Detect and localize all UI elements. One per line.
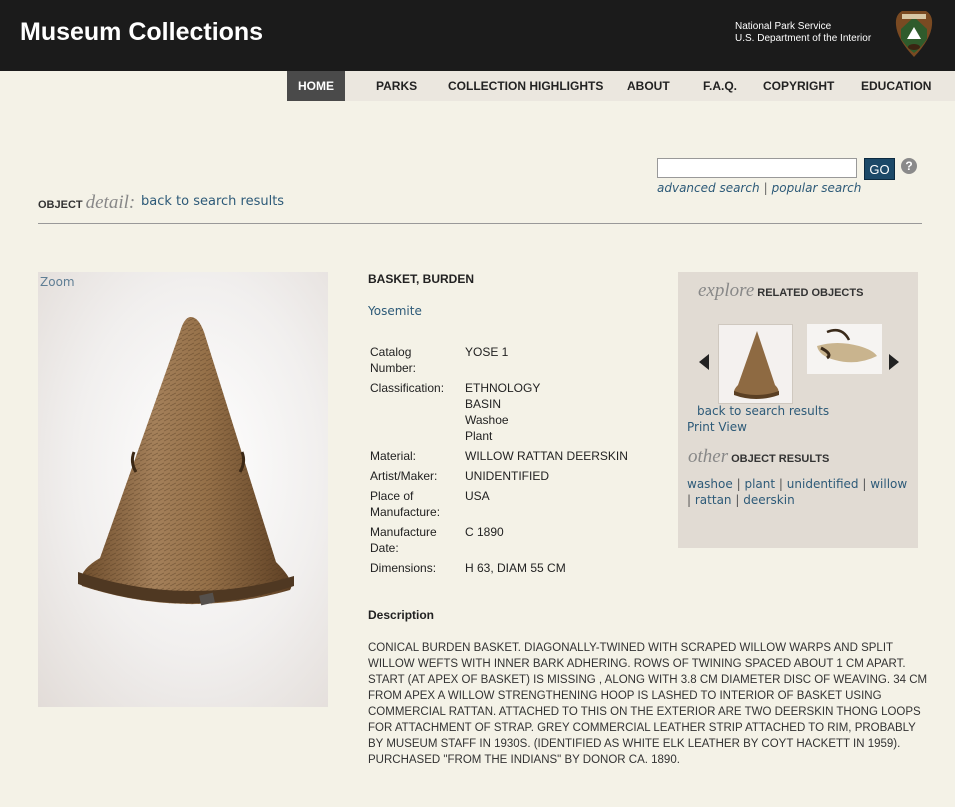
description-text: CONICAL BURDEN BASKET. DIAGONALLY-TWINED…	[368, 642, 928, 766]
carousel-next-icon[interactable]	[889, 354, 899, 370]
nav-collection-highlights[interactable]: COLLECTION HIGHLIGHTS	[448, 71, 627, 101]
classification-value: ETHNOLOGY	[465, 381, 541, 395]
field-label: Artist/Maker:	[370, 469, 438, 483]
tag-link[interactable]: deerskin	[743, 493, 794, 507]
popular-search-link[interactable]: popular search	[772, 181, 862, 195]
field-label: Dimensions:	[370, 561, 437, 575]
field-label: Material:	[370, 449, 417, 463]
field-value: C 1890	[465, 525, 504, 539]
nps-arrowhead-icon[interactable]	[893, 9, 935, 59]
panel-back-to-search-link[interactable]: back to search results	[697, 404, 829, 418]
field-label: Place of Manufacture:	[370, 489, 441, 519]
other-caps: OBJECT RESULTS	[731, 453, 830, 465]
explore-caps: RELATED OBJECTS	[757, 287, 864, 299]
search-link-separator: |	[763, 181, 768, 195]
explore-heading: explore RELATED OBJECTS	[698, 280, 863, 302]
nav-faq[interactable]: F.A.Q.	[703, 71, 763, 101]
nav-education[interactable]: EDUCATION	[861, 71, 955, 101]
tag-list: washoe | plant | unidentified | willow |…	[687, 476, 909, 508]
other-results-heading: other OBJECT RESULTS	[688, 446, 829, 468]
agency-line-1: National Park Service	[735, 21, 832, 32]
classification-value: Plant	[465, 429, 493, 443]
field-value: WILLOW RATTAN DEERSKIN	[465, 449, 628, 463]
site-title[interactable]: Museum Collections	[20, 18, 263, 47]
advanced-search-link[interactable]: advanced search	[657, 181, 760, 195]
tag-separator: |	[862, 477, 867, 491]
back-to-search-link[interactable]: back to search results	[141, 194, 284, 209]
field-value: H 63, DIAM 55 CM	[465, 561, 566, 575]
agency-name: National Park Service U.S. Department of…	[735, 21, 871, 45]
tag-link[interactable]: unidentified	[787, 477, 859, 491]
basket-image	[78, 316, 294, 606]
nav-home[interactable]: HOME	[287, 71, 345, 101]
field-value: YOSE 1	[465, 345, 509, 359]
field-value: USA	[465, 489, 490, 503]
search-links: advanced search | popular search	[657, 181, 861, 195]
object-title: BASKET, BURDEN	[368, 272, 475, 286]
help-icon[interactable]: ?	[901, 158, 917, 174]
zoom-link[interactable]: Zoom	[40, 275, 75, 289]
related-thumbnail[interactable]	[718, 324, 793, 404]
explore-panel: explore RELATED OBJECTS back to search re…	[678, 272, 918, 548]
divider	[38, 223, 922, 224]
field-label: Manufacture Date:	[370, 525, 437, 555]
detail-label: detail:	[85, 192, 136, 213]
agency-line-2: U.S. Department of the Interior	[735, 33, 872, 44]
field-label: Classification:	[370, 381, 445, 395]
tag-separator: |	[778, 477, 783, 491]
tag-link[interactable]: washoe	[687, 477, 733, 491]
other-italic: other	[688, 446, 729, 467]
description-title: Description	[368, 608, 435, 622]
site-header: Museum Collections National Park Service…	[0, 0, 955, 71]
nav-copyright[interactable]: COPYRIGHT	[763, 71, 861, 101]
tag-separator: |	[736, 477, 741, 491]
nav-about[interactable]: ABOUT	[627, 71, 703, 101]
field-value: ETHNOLOGY BASIN Washoe Plant	[465, 380, 540, 444]
strap-thumbnail-image	[817, 329, 877, 363]
tag-separator: |	[687, 493, 692, 507]
print-view-link[interactable]: Print View	[687, 420, 747, 434]
explore-italic: explore	[698, 280, 755, 301]
object-detail-heading: OBJECT detail:	[38, 192, 135, 214]
tag-separator: |	[735, 493, 740, 507]
related-thumbnail[interactable]	[807, 324, 882, 374]
carousel-prev-icon[interactable]	[699, 354, 709, 370]
classification-value: BASIN	[465, 397, 502, 411]
search-input[interactable]	[657, 158, 857, 178]
tag-link[interactable]: rattan	[695, 493, 732, 507]
basket-thumbnail-image	[734, 331, 779, 399]
classification-value: Washoe	[465, 413, 509, 427]
tag-link[interactable]: plant	[744, 477, 775, 491]
nav-parks[interactable]: PARKS	[345, 71, 448, 101]
main-nav: HOME PARKS COLLECTION HIGHLIGHTS ABOUT F…	[287, 71, 955, 101]
field-value: UNIDENTIFIED	[465, 469, 549, 483]
object-photo[interactable]: Zoom	[38, 272, 328, 707]
go-button[interactable]: GO	[864, 158, 895, 180]
object-label: OBJECT	[38, 199, 83, 211]
park-link[interactable]: Yosemite	[368, 304, 422, 318]
field-label: Catalog Number:	[370, 345, 417, 375]
tag-link[interactable]: willow	[870, 477, 907, 491]
